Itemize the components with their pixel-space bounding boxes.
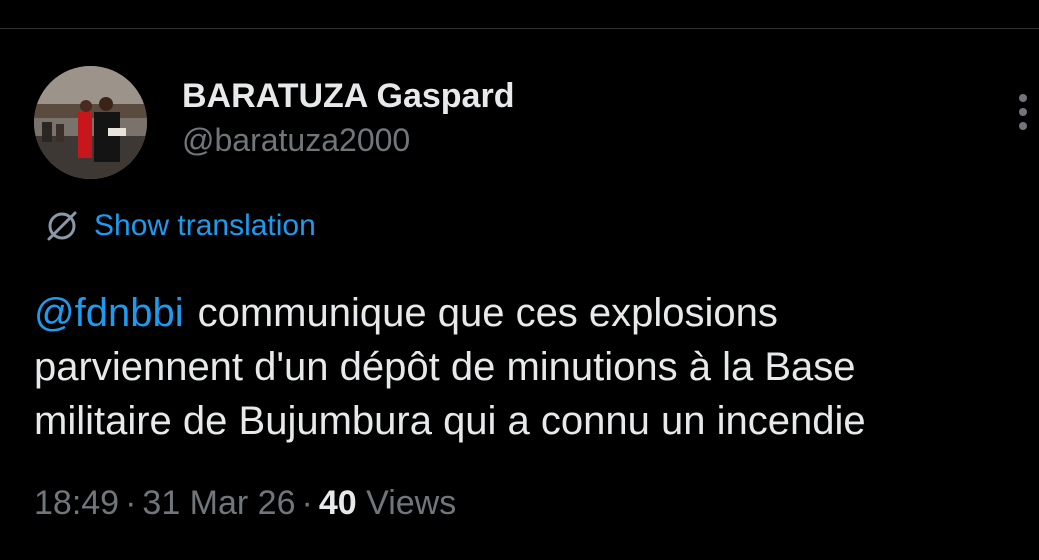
show-translation-label: Show translation (94, 209, 316, 242)
author-handle[interactable]: @baratuza2000 (182, 120, 514, 160)
tweet-author: BARATUZA Gaspard @baratuza2000 (182, 76, 514, 160)
tweet-line-1: @fdnbbi communique que ces explosions (34, 286, 1034, 340)
tweet-text-line-2: parviennent d'un dépôt de minutions à la… (34, 345, 856, 389)
globe-icon (47, 211, 77, 241)
tweet-time[interactable]: 18:49 (34, 484, 119, 522)
tweet-text-line-3: militaire de Bujumbura qui a connu un in… (34, 399, 866, 443)
tweet-text-line-1: communique que ces explosions (197, 291, 778, 335)
tweet-meta: 18:49 · 31 Mar 26 · 40 Views (34, 481, 456, 525)
tweet-text: @fdnbbi communique que ces explosions par… (34, 286, 1034, 448)
more-vertical-icon (1019, 94, 1027, 102)
avatar-photo (34, 66, 147, 179)
avatar[interactable] (34, 66, 147, 179)
more-options-button[interactable] (1010, 90, 1038, 134)
more-vertical-icon-dot (1019, 108, 1027, 116)
meta-separator: · (301, 484, 313, 522)
show-translation-link[interactable]: Show translation (44, 205, 316, 247)
tweet-date[interactable]: 31 Mar 26 (142, 484, 295, 522)
more-vertical-icon-dot (1019, 122, 1027, 130)
views-count[interactable]: 40 (319, 484, 357, 522)
author-display-name[interactable]: BARATUZA Gaspard (182, 76, 514, 116)
meta-separator: · (125, 484, 137, 522)
top-divider (0, 28, 1039, 29)
mention-link[interactable]: @fdnbbi (34, 291, 184, 335)
views-label: Views (366, 484, 457, 522)
